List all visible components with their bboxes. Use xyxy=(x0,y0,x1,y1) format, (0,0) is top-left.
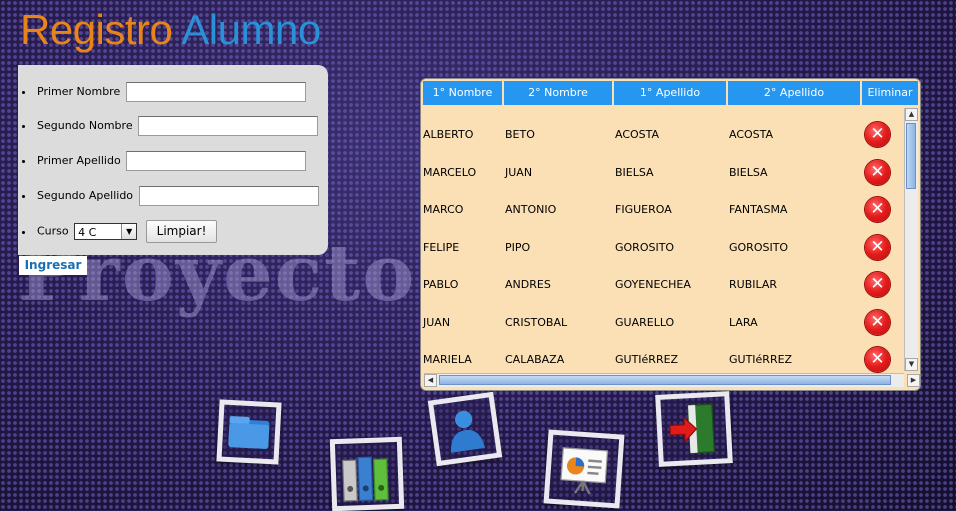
close-circle-icon[interactable]: ✕ xyxy=(865,159,890,185)
folder-icon xyxy=(228,416,270,449)
table-header: 1° Nombre 2° Nombre 1° Apellido 2° Apell… xyxy=(423,81,918,105)
cell-second-name: JUAN xyxy=(505,165,533,179)
close-circle-icon[interactable]: ✕ xyxy=(865,122,890,147)
exit-tile[interactable] xyxy=(655,391,733,467)
registration-form: Primer Nombre Segundo Nombre Primer Apel… xyxy=(18,65,328,255)
field-second-name: Segundo Nombre xyxy=(22,116,319,136)
close-circle-icon[interactable]: ✕ xyxy=(865,309,890,335)
cell-first-name: FELIPE xyxy=(423,240,460,254)
header-first-name: 1° Nombre xyxy=(423,81,504,105)
submit-button[interactable]: Ingresar xyxy=(19,256,87,275)
first-surname-input[interactable] xyxy=(126,151,307,171)
header-delete: Eliminar xyxy=(862,81,918,105)
cell-second-surname: GOROSITO xyxy=(729,240,789,254)
table-row: PABLO ANDRES GOYENECHEA RUBILAR ✕ xyxy=(423,266,905,304)
folder-tile[interactable] xyxy=(216,399,282,465)
scroll-down-icon[interactable]: ▼ xyxy=(905,358,918,371)
course-label: Curso xyxy=(37,224,69,238)
clear-button[interactable]: Limpiar! xyxy=(145,220,218,243)
second-surname-label: Segundo Apellido xyxy=(37,189,134,202)
students-table: 1° Nombre 2° Nombre 1° Apellido 2° Apell… xyxy=(420,78,921,391)
cell-second-surname: ACOSTA xyxy=(729,128,774,141)
second-name-input[interactable] xyxy=(138,116,319,136)
field-first-name: Primer Nombre xyxy=(22,82,306,102)
cell-first-name: MARCELO xyxy=(423,165,477,179)
scroll-up-icon[interactable]: ▲ xyxy=(905,108,918,121)
horizontal-scrollbar[interactable]: ◀ ▶ xyxy=(424,373,920,387)
field-second-surname: Segundo Apellido xyxy=(22,186,319,206)
user-icon xyxy=(450,410,486,453)
cell-first-name: MARCO xyxy=(423,203,464,216)
second-name-label: Segundo Nombre xyxy=(37,119,133,132)
table-row: JUAN CRISTOBAL GUARELLO LARA ✕ xyxy=(423,304,905,342)
cell-first-surname: ACOSTA xyxy=(615,128,660,141)
table-row: MARCELO JUAN BIELSA BIELSA ✕ xyxy=(423,154,905,192)
cell-first-surname: FIGUEROA xyxy=(615,203,672,216)
cell-first-name: ALBERTO xyxy=(423,128,474,141)
first-name-label: Primer Nombre xyxy=(37,85,121,98)
table-row: FELIPE PIPO GOROSITO GOROSITO ✕ xyxy=(423,229,905,267)
header-first-surname: 1° Apellido xyxy=(614,81,728,105)
first-name-input[interactable] xyxy=(125,82,306,102)
cell-second-surname: BIELSA xyxy=(729,165,768,179)
first-surname-label: Primer Apellido xyxy=(37,154,121,167)
binders-icon xyxy=(342,456,389,502)
horizontal-scroll-thumb[interactable] xyxy=(439,375,891,385)
close-circle-icon[interactable]: ✕ xyxy=(865,272,890,297)
exit-door-icon xyxy=(669,403,715,454)
table-row: MARCO ANTONIO FIGUEROA FANTASMA ✕ xyxy=(423,191,905,229)
cell-second-name: BETO xyxy=(505,128,535,141)
close-circle-icon[interactable]: ✕ xyxy=(865,347,890,372)
course-select-value: 4 C xyxy=(78,226,97,239)
page-title-part2: Alumno xyxy=(181,6,321,53)
close-circle-icon[interactable]: ✕ xyxy=(865,197,890,222)
cell-first-name: PABLO xyxy=(423,278,459,291)
user-tile[interactable] xyxy=(427,391,503,467)
cell-second-surname: RUBILAR xyxy=(729,278,778,291)
page-title: Registro Alumno xyxy=(20,5,321,55)
presentation-icon xyxy=(560,447,609,495)
cell-second-name: ANTONIO xyxy=(505,203,557,216)
second-surname-input[interactable] xyxy=(138,186,319,206)
cell-first-surname: GOROSITO xyxy=(615,240,675,254)
close-circle-icon[interactable]: ✕ xyxy=(865,234,890,260)
scroll-right-icon[interactable]: ▶ xyxy=(907,374,920,387)
field-first-surname: Primer Apellido xyxy=(22,151,307,171)
vertical-scrollbar[interactable]: ▲ ▼ xyxy=(904,108,918,371)
cell-first-surname: GUARELLO xyxy=(615,315,675,329)
cell-second-surname: LARA xyxy=(729,315,758,329)
vertical-scroll-thumb[interactable] xyxy=(906,123,916,189)
course-select[interactable]: 4 C ▼ xyxy=(74,223,138,240)
scroll-left-icon[interactable]: ◀ xyxy=(424,374,437,387)
table-row: ALBERTO BETO ACOSTA ACOSTA ✕ xyxy=(423,116,905,154)
presentation-tile[interactable] xyxy=(543,429,625,509)
cell-first-surname: GOYENECHEA xyxy=(615,278,691,291)
cell-second-name: ANDRES xyxy=(505,278,551,291)
cell-second-name: PIPO xyxy=(505,240,531,254)
binders-tile[interactable] xyxy=(329,436,405,511)
chevron-down-icon[interactable]: ▼ xyxy=(121,224,137,239)
page-title-part1: Registro xyxy=(20,6,173,53)
field-course: Curso 4 C ▼ Limpiar! xyxy=(22,220,218,243)
header-second-name: 2° Nombre xyxy=(504,81,614,105)
header-second-surname: 2° Apellido xyxy=(728,81,862,105)
cell-first-surname: BIELSA xyxy=(615,165,654,179)
cell-second-surname: FANTASMA xyxy=(729,203,788,216)
cell-second-name: CRISTOBAL xyxy=(505,315,568,329)
cell-first-name: JUAN xyxy=(423,315,451,329)
